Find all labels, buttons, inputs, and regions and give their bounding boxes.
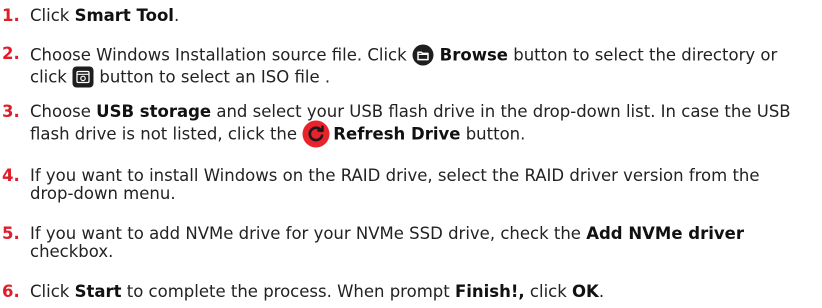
step-number: 6. xyxy=(2,282,20,301)
step-text: Click Start to complete the process. Whe… xyxy=(30,282,605,301)
start-label: Start xyxy=(74,282,122,301)
smart-tool-label: Smart Tool xyxy=(74,6,174,25)
step-number: 3. xyxy=(2,102,20,121)
iso-file-icon xyxy=(72,66,94,88)
step-text: If you want to install Windows on the RA… xyxy=(30,166,760,203)
step-text: Choose Windows Installation source file.… xyxy=(30,44,778,88)
step-2: 2. Choose Windows Installation source fi… xyxy=(0,44,800,89)
usb-storage-label: USB storage xyxy=(96,102,212,121)
step-1: 1. Click Smart Tool. xyxy=(0,7,800,25)
browse-label: Browse xyxy=(433,45,508,65)
step-4: 4. If you want to install Windows on the… xyxy=(0,167,800,203)
step-number: 5. xyxy=(2,224,20,243)
step-text: If you want to add NVMe drive for your N… xyxy=(30,224,744,261)
step-number: 1. xyxy=(2,6,20,25)
step-number: 2. xyxy=(2,44,20,63)
step-5: 5. If you want to add NVMe drive for you… xyxy=(0,225,800,261)
step-text: Click Smart Tool. xyxy=(30,6,180,25)
step-text: Choose USB storage and select your USB f… xyxy=(30,103,800,149)
browse-folder-icon xyxy=(412,44,434,66)
step-6: 6. Click Start to complete the process. … xyxy=(0,283,800,301)
ok-label: OK xyxy=(572,282,599,301)
step-3: 3. Choose USB storage and select your US… xyxy=(0,103,800,149)
add-nvme-driver-label: Add NVMe driver xyxy=(586,224,744,243)
step-number: 4. xyxy=(2,166,20,185)
instruction-steps: 1. Click Smart Tool. 2. Choose Windows I… xyxy=(0,0,822,308)
refresh-drive-label: Refresh Drive xyxy=(333,124,461,144)
finish-label: Finish!, xyxy=(454,282,525,301)
refresh-icon xyxy=(302,120,330,148)
